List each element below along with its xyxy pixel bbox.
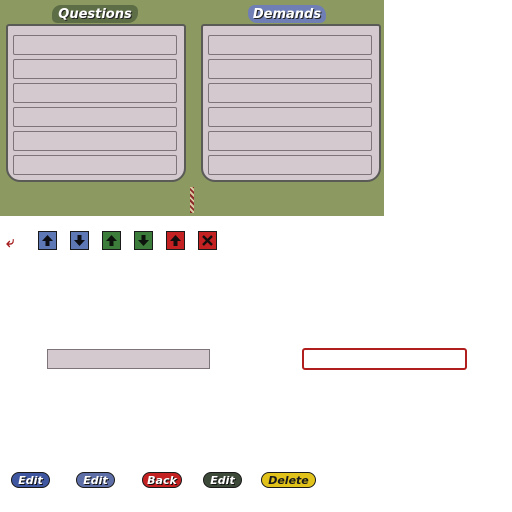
move-down-blue-button[interactable] — [70, 231, 89, 250]
close-icon — [202, 235, 213, 246]
move-down-green-button[interactable] — [134, 231, 153, 250]
question-slot[interactable] — [13, 131, 177, 151]
hook-icon[interactable]: ⤶ — [6, 233, 20, 251]
demand-slot[interactable] — [208, 131, 372, 151]
question-slot[interactable] — [13, 83, 177, 103]
back-button[interactable]: Back — [142, 472, 182, 488]
questions-board — [6, 24, 186, 182]
demand-slot[interactable] — [208, 59, 372, 79]
question-slot[interactable] — [13, 59, 177, 79]
question-slot[interactable] — [13, 155, 177, 175]
demand-slot[interactable] — [208, 83, 372, 103]
rope-decoration — [190, 187, 194, 213]
arrow-down-icon — [138, 235, 149, 246]
move-up-blue-button[interactable] — [38, 231, 57, 250]
demand-slot[interactable] — [208, 35, 372, 55]
board-background: Questions Demands — [0, 0, 384, 216]
demand-slot[interactable] — [208, 107, 372, 127]
demand-slot[interactable] — [208, 155, 372, 175]
edit-button[interactable]: Edit — [76, 472, 115, 488]
arrow-down-icon — [74, 235, 85, 246]
text-input-field-highlighted[interactable] — [302, 348, 467, 370]
move-up-green-button[interactable] — [102, 231, 121, 250]
text-input-field[interactable] — [47, 349, 210, 369]
question-slot[interactable] — [13, 35, 177, 55]
close-red-button[interactable] — [198, 231, 217, 250]
demands-title: Demands — [248, 5, 326, 23]
arrow-up-icon — [42, 235, 53, 246]
arrow-up-icon — [170, 235, 181, 246]
arrow-up-icon — [106, 235, 117, 246]
move-up-red-button[interactable] — [166, 231, 185, 250]
question-slot[interactable] — [13, 107, 177, 127]
edit-button[interactable]: Edit — [11, 472, 50, 488]
edit-button[interactable]: Edit — [203, 472, 242, 488]
delete-button[interactable]: Delete — [261, 472, 316, 488]
questions-title: Questions — [52, 5, 138, 23]
demands-board — [201, 24, 381, 182]
